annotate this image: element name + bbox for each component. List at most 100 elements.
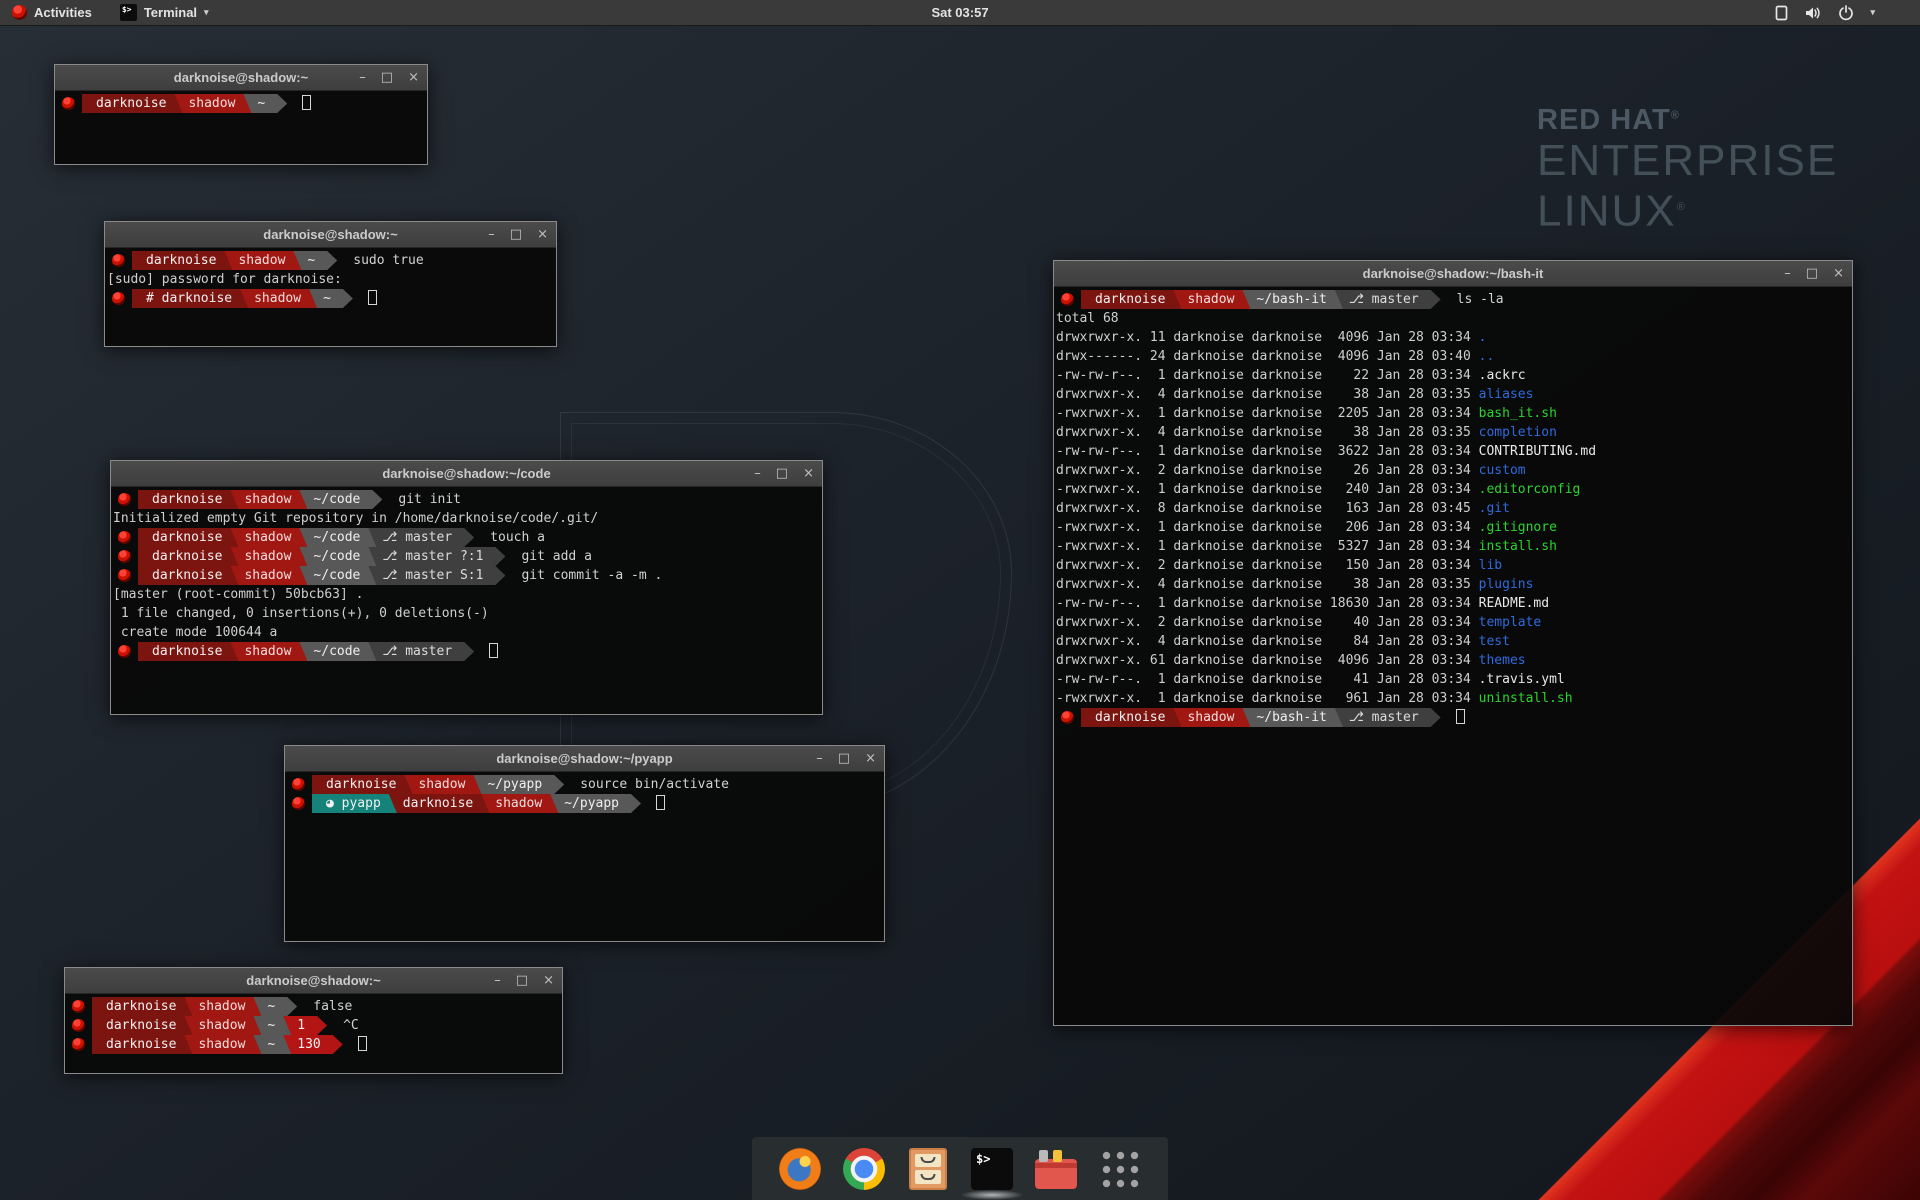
titlebar[interactable]: darknoise@shadow:~ –□× xyxy=(105,222,556,248)
terminal-line: darknoiseshadow~130 xyxy=(67,1035,562,1054)
terminal-body[interactable]: darknoiseshadow~falsedarknoiseshadow~1^C… xyxy=(65,994,562,1073)
terminal-line: drwxrwxr-x. 8 darknoise darknoise 163 Ja… xyxy=(1056,499,1852,518)
titlebar[interactable]: darknoise@shadow:~/bash-it –□× xyxy=(1054,261,1852,287)
output-text: drwxrwxr-x. 4 darknoise darknoise 84 Jan… xyxy=(1056,634,1479,649)
power-icon[interactable] xyxy=(1838,5,1854,21)
prompt-segment-host: shadow xyxy=(1173,290,1250,309)
redhat-prompt-icon xyxy=(112,254,125,267)
screen-icon[interactable] xyxy=(1774,5,1789,21)
titlebar[interactable]: darknoise@shadow:~/pyapp – □ × xyxy=(285,746,884,772)
maximize-button[interactable]: □ xyxy=(838,752,850,765)
minimize-button[interactable]: – xyxy=(754,467,761,480)
minimize-button[interactable]: – xyxy=(816,752,823,765)
window-title: darknoise@shadow:~/pyapp xyxy=(496,751,672,766)
registered-mark: ® xyxy=(1671,109,1680,121)
output-text: .editorconfig xyxy=(1479,482,1581,497)
output-text: template xyxy=(1479,615,1542,630)
terminal-window-bash-it[interactable]: darknoise@shadow:~/bash-it –□× darknoise… xyxy=(1053,260,1853,1026)
terminal-line: drwxrwxr-x. 4 darknoise darknoise 38 Jan… xyxy=(1056,575,1852,594)
prompt-segment-user: darknoise xyxy=(138,642,238,661)
prompt-segment-path: ~/pyapp xyxy=(473,775,564,794)
prompt-segment-venv: ◕ pyapp xyxy=(312,794,397,813)
volume-icon[interactable] xyxy=(1805,5,1822,21)
output-text: -rw-rw-r--. 1 darknoise darknoise 22 Jan… xyxy=(1056,368,1479,383)
titlebar[interactable]: darknoise@shadow:~ –□× xyxy=(55,65,427,91)
firefox-icon[interactable] xyxy=(778,1147,822,1191)
close-button[interactable]: × xyxy=(1833,267,1844,280)
minimize-button[interactable]: – xyxy=(359,71,366,84)
minimize-button[interactable]: – xyxy=(488,228,495,241)
minimize-button[interactable]: – xyxy=(1784,267,1791,280)
output-text: .ackrc xyxy=(1479,368,1526,383)
activities-label: Activities xyxy=(34,5,92,20)
titlebar[interactable]: darknoise@shadow:~/code –□× xyxy=(111,461,822,487)
prompt-segment-user: darknoise xyxy=(1081,290,1181,309)
prompt-segment-host: shadow xyxy=(481,794,558,813)
terminal-body[interactable]: darknoiseshadow~/bash-it⎇ masterls -lato… xyxy=(1054,287,1852,1025)
output-text: -rwxrwxr-x. 1 darknoise darknoise 206 Ja… xyxy=(1056,520,1479,535)
terminal-window-sudo[interactable]: darknoise@shadow:~ –□× darknoiseshadow~s… xyxy=(104,221,557,347)
terminal-icon[interactable]: $> xyxy=(970,1147,1014,1191)
redhat-prompt-icon xyxy=(1061,711,1074,724)
terminal-line: ◕ pyappdarknoiseshadow~/pyapp xyxy=(287,794,884,813)
redhat-prompt-icon xyxy=(292,797,305,810)
toolbox-icon[interactable] xyxy=(1034,1147,1078,1191)
terminal-window-code[interactable]: darknoise@shadow:~/code –□× darknoisesha… xyxy=(110,460,823,715)
output-text: install.sh xyxy=(1479,539,1557,554)
maximize-button[interactable]: □ xyxy=(776,467,788,480)
terminal-body[interactable]: darknoiseshadow~/pyappsource bin/activat… xyxy=(285,772,884,941)
prompt-segment-exit-code: 130 xyxy=(283,1035,342,1054)
close-button[interactable]: × xyxy=(537,228,548,241)
terminal-cursor xyxy=(368,290,377,305)
close-button[interactable]: × xyxy=(865,752,876,765)
maximize-button[interactable]: □ xyxy=(381,71,393,84)
output-text: drwxrwxr-x. 61 darknoise darknoise 4096 … xyxy=(1056,653,1479,668)
chrome-icon[interactable] xyxy=(842,1147,886,1191)
close-button[interactable]: × xyxy=(803,467,814,480)
maximize-button[interactable]: □ xyxy=(1806,267,1818,280)
prompt-segment-path: ~/code xyxy=(299,566,376,585)
terminal-window-home-1[interactable]: darknoise@shadow:~ –□× darknoiseshadow~ xyxy=(54,64,428,165)
output-text: . xyxy=(1479,330,1487,345)
terminal-line: darknoiseshadow~/codegit init xyxy=(113,490,822,509)
terminal-line: -rwxrwxr-x. 1 darknoise darknoise 961 Ja… xyxy=(1056,689,1852,708)
chevron-down-icon[interactable]: ▾ xyxy=(1870,7,1875,18)
prompt-segment-path: ~/pyapp xyxy=(550,794,641,813)
terminal-body[interactable]: darknoiseshadow~/codegit initInitialized… xyxy=(111,487,822,714)
terminal-line: -rwxrwxr-x. 1 darknoise darknoise 2205 J… xyxy=(1056,404,1852,423)
close-button[interactable]: × xyxy=(408,71,419,84)
terminal-line: -rw-rw-r--. 1 darknoise darknoise 22 Jan… xyxy=(1056,366,1852,385)
prompt-segment-path: ~/code xyxy=(299,528,376,547)
terminal-body[interactable]: darknoiseshadow~sudo true[sudo] password… xyxy=(105,248,556,346)
output-text: -rwxrwxr-x. 1 darknoise darknoise 240 Ja… xyxy=(1056,482,1479,497)
activities-button[interactable]: Activities xyxy=(0,0,104,26)
terminal-window-home-2[interactable]: darknoise@shadow:~ –□× darknoiseshadow~f… xyxy=(64,967,563,1074)
close-button[interactable]: × xyxy=(543,974,554,987)
prompt-segment-path: ~/code xyxy=(299,547,376,566)
terminal-line: -rwxrwxr-x. 1 darknoise darknoise 206 Ja… xyxy=(1056,518,1852,537)
terminal-window-pyapp[interactable]: darknoise@shadow:~/pyapp – □ × darknoisesh… xyxy=(284,745,885,942)
running-indicator xyxy=(960,1190,1024,1200)
minimize-button[interactable]: – xyxy=(494,974,501,987)
files-icon[interactable] xyxy=(906,1147,950,1191)
prompt-segment-user: darknoise xyxy=(138,528,238,547)
output-text: drwxrwxr-x. 4 darknoise darknoise 38 Jan… xyxy=(1056,387,1479,402)
terminal-line: drwxrwxr-x. 4 darknoise darknoise 38 Jan… xyxy=(1056,385,1852,404)
prompt-segment-host: shadow xyxy=(230,547,307,566)
app-menu-terminal[interactable]: $> Terminal ▾ xyxy=(108,0,221,26)
titlebar[interactable]: darknoise@shadow:~ –□× xyxy=(65,968,562,994)
clock[interactable]: Sat 03:57 xyxy=(931,5,988,20)
output-text: plugins xyxy=(1479,577,1534,592)
app-grid-icon[interactable] xyxy=(1098,1147,1142,1191)
terminal-body[interactable]: darknoiseshadow~ xyxy=(55,91,427,164)
maximize-button[interactable]: □ xyxy=(516,974,528,987)
maximize-button[interactable]: □ xyxy=(510,228,522,241)
command-text: false xyxy=(297,999,352,1014)
app-menu-label: Terminal xyxy=(144,5,197,20)
redhat-prompt-icon xyxy=(1061,293,1074,306)
output-text: drwx------. 24 darknoise darknoise 4096 … xyxy=(1056,349,1479,364)
terminal-line: drwxrwxr-x. 11 darknoise darknoise 4096 … xyxy=(1056,328,1852,347)
command-text: sudo true xyxy=(337,253,423,268)
redhat-prompt-icon xyxy=(72,1019,85,1032)
redhat-prompt-icon xyxy=(112,292,125,305)
